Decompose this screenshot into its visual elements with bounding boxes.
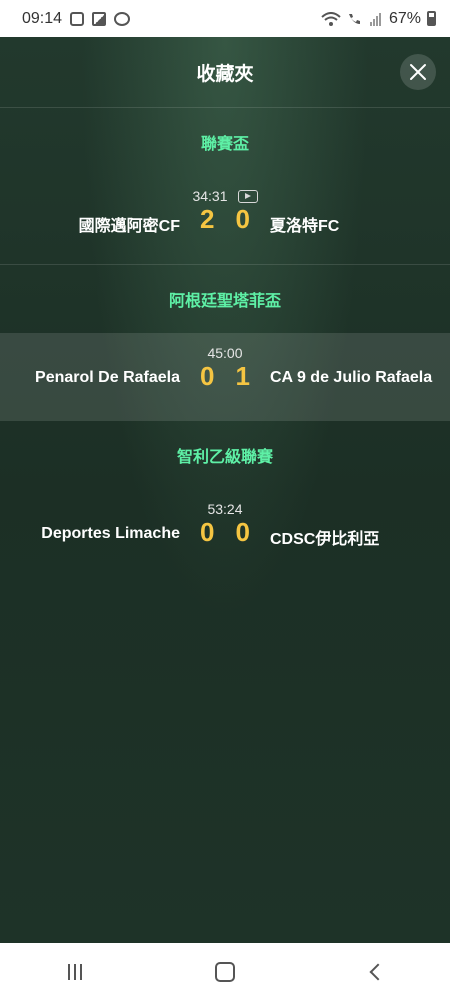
call-icon [348,13,360,24]
score: 0 1 [195,361,255,392]
gallery-icon [92,11,107,26]
away-team: CDSC伊比利亞 [270,531,380,548]
match-time-row: 45:00 [0,345,450,361]
signal-icon [369,12,381,26]
back-icon [369,963,387,980]
home-icon [215,961,235,982]
notification-icon [70,11,85,26]
home-score: 0 [200,361,215,391]
match-row[interactable]: 45:00 Penarol De Rafaela 0 1 CA 9 de Jul… [0,333,450,421]
away-score: 0 [235,517,250,547]
home-score: 2 [200,204,215,234]
page-title: 收藏夾 [196,63,254,85]
battery-icon [427,11,436,26]
league-name: 聯賽盃 [200,136,249,153]
match-time: 45:00 [207,345,243,361]
video-icon[interactable] [237,189,258,203]
header: 收藏夾 [0,37,450,108]
favorites-screen: 收藏夾 聯賽盃 34:31 國際邁阿密CF 2 0 夏洛特FC 阿根廷聖塔菲盃 … [0,37,450,943]
recent-apps-icon [68,963,82,980]
status-bar: 09:14 67% [0,0,450,37]
back-button[interactable] [345,952,405,992]
score: 0 0 [195,517,255,548]
status-right: 67% [321,10,436,28]
away-score: 1 [235,361,250,391]
away-team: CA 9 de Julio Rafaela [270,369,433,386]
wifi-icon [321,11,341,26]
system-nav-bar [0,943,450,1000]
score: 2 0 [195,204,255,235]
match-time-row: 34:31 [0,188,450,204]
league-header[interactable]: 阿根廷聖塔菲盃 [0,265,450,333]
battery-percent: 67% [388,9,421,27]
league-name: 阿根廷聖塔菲盃 [168,293,281,310]
match-time: 53:24 [207,501,243,517]
match-time-row: 53:24 [0,501,450,517]
home-team: 國際邁阿密CF [78,218,180,235]
match-row[interactable]: 34:31 國際邁阿密CF 2 0 夏洛特FC [0,176,450,264]
home-button[interactable] [195,952,255,992]
recent-apps-button[interactable] [45,952,105,992]
league-header[interactable]: 聯賽盃 [0,108,450,176]
away-team: 夏洛特FC [270,218,340,235]
home-score: 0 [200,517,215,547]
app-icon [114,11,131,26]
close-icon [410,64,426,80]
status-time: 09:14 [22,9,63,27]
league-header[interactable]: 智利乙級聯賽 [0,421,450,489]
home-team: Penarol De Rafaela [35,369,180,386]
league-name: 智利乙級聯賽 [176,449,273,466]
match-row[interactable]: 53:24 Deportes Limache 0 0 CDSC伊比利亞 [0,489,450,577]
home-team: Deportes Limache [41,525,180,542]
close-button[interactable] [400,54,436,90]
match-time: 34:31 [192,188,228,204]
away-score: 0 [235,204,250,234]
status-left: 09:14 [22,9,131,28]
